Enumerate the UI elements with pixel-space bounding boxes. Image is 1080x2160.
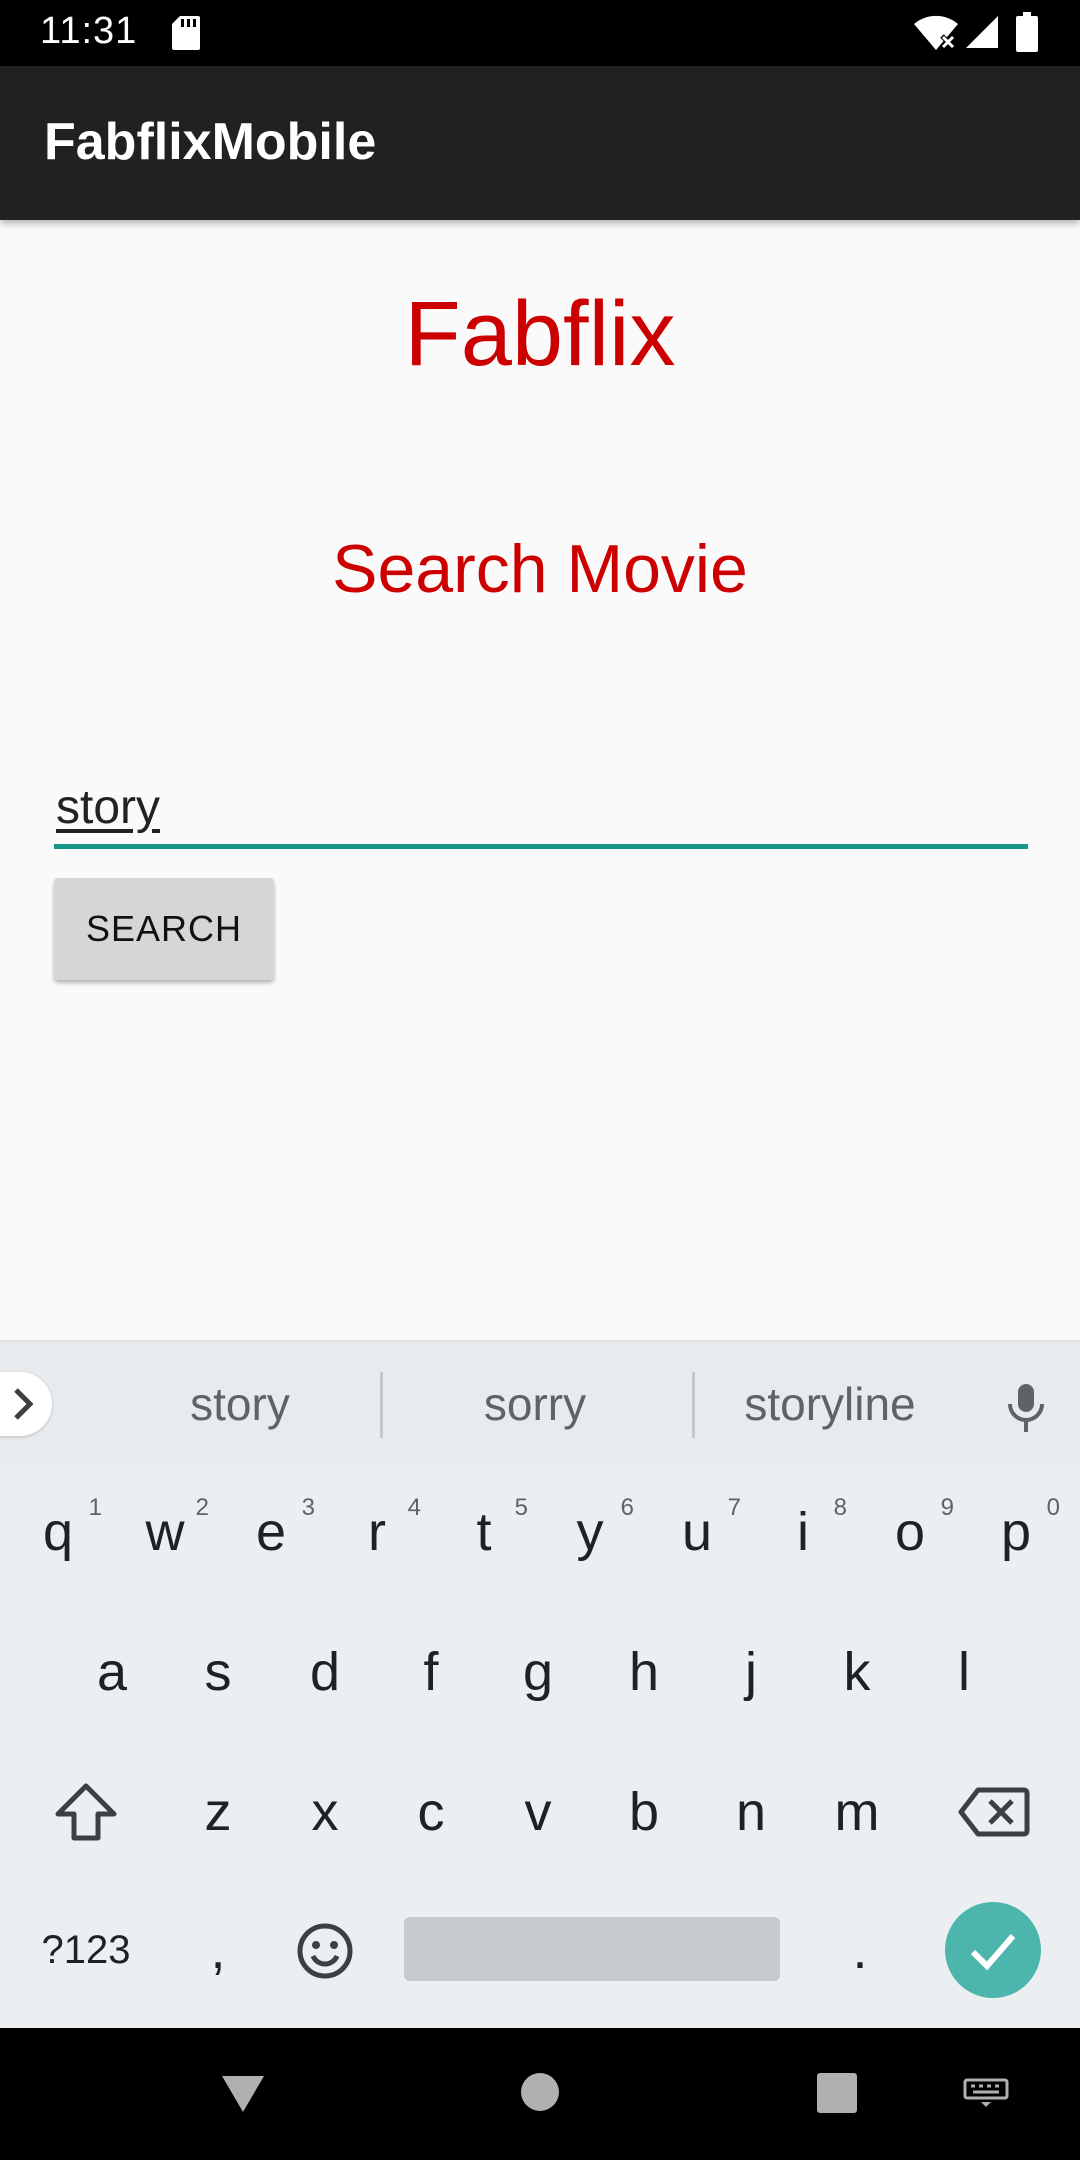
space-bar[interactable] [404,1917,780,1981]
period-key[interactable]: . [810,1890,910,2010]
status-bar: 11:31 [0,0,1080,66]
suggestion-2[interactable]: sorry [385,1372,685,1436]
sd-card-icon [172,16,200,50]
microphone-icon[interactable] [1004,1382,1048,1434]
key-q[interactable]: q1 [8,1472,108,1592]
app-bar: FabflixMobile [0,66,1080,220]
backspace-icon [958,1787,1030,1837]
search-input[interactable] [54,770,1028,849]
symbols-key[interactable]: ?123 [30,1890,142,2010]
key-u[interactable]: u7 [647,1472,747,1592]
key-v[interactable]: v [488,1752,588,1872]
signal-icon [966,16,998,48]
navigation-bar [0,2028,1080,2160]
suggestion-divider [380,1372,383,1438]
key-d[interactable]: d [275,1612,375,1732]
search-button[interactable]: SEARCH [54,878,274,980]
comma-key[interactable]: , [168,1890,268,2010]
key-x[interactable]: x [275,1752,375,1872]
home-icon[interactable] [520,2072,560,2112]
backspace-key[interactable] [944,1752,1044,1872]
shift-icon [55,1783,117,1841]
keyboard-switcher-icon[interactable] [963,2078,1009,2108]
soft-keyboard: story sorry storyline q1 w2 e3 r4 t5 y6 … [0,1340,1080,2030]
key-p[interactable]: p0 [966,1472,1066,1592]
keyboard-expand-button[interactable] [0,1372,52,1436]
key-e[interactable]: e3 [221,1472,321,1592]
key-y[interactable]: y6 [540,1472,640,1592]
enter-key[interactable] [945,1902,1041,1998]
emoji-key[interactable] [275,1890,375,2010]
key-n[interactable]: n [701,1752,801,1872]
checkmark-icon [970,1934,1016,1971]
chevron-right-icon [14,1388,34,1420]
key-c[interactable]: c [381,1752,481,1872]
shift-key[interactable] [36,1752,136,1872]
search-heading: Search Movie [332,531,748,607]
key-k[interactable]: k [807,1612,907,1732]
status-time: 11:31 [40,10,138,52]
key-g[interactable]: g [488,1612,588,1732]
key-l[interactable]: l [914,1612,1014,1732]
key-a[interactable]: a [62,1612,162,1732]
back-icon[interactable] [220,2074,266,2114]
key-s[interactable]: s [168,1612,268,1732]
battery-icon [1016,12,1038,52]
key-i[interactable]: i8 [753,1472,853,1592]
key-w[interactable]: w2 [115,1472,215,1592]
suggestion-bar: story sorry storyline [0,1342,1080,1464]
suggestion-3[interactable]: storyline [695,1372,965,1436]
key-b[interactable]: b [594,1752,694,1872]
key-f[interactable]: f [381,1612,481,1732]
recents-icon[interactable] [817,2073,857,2113]
brand-title: Fabflix [404,283,676,385]
app-title: FabflixMobile [44,113,377,171]
suggestion-1[interactable]: story [90,1372,390,1436]
key-h[interactable]: h [594,1612,694,1732]
key-r[interactable]: r4 [327,1472,427,1592]
key-m[interactable]: m [807,1752,907,1872]
wifi-icon [914,15,958,50]
emoji-icon [297,1923,353,1979]
key-z[interactable]: z [168,1752,268,1872]
key-o[interactable]: o9 [860,1472,960,1592]
key-t[interactable]: t5 [434,1472,534,1592]
key-j[interactable]: j [701,1612,801,1732]
